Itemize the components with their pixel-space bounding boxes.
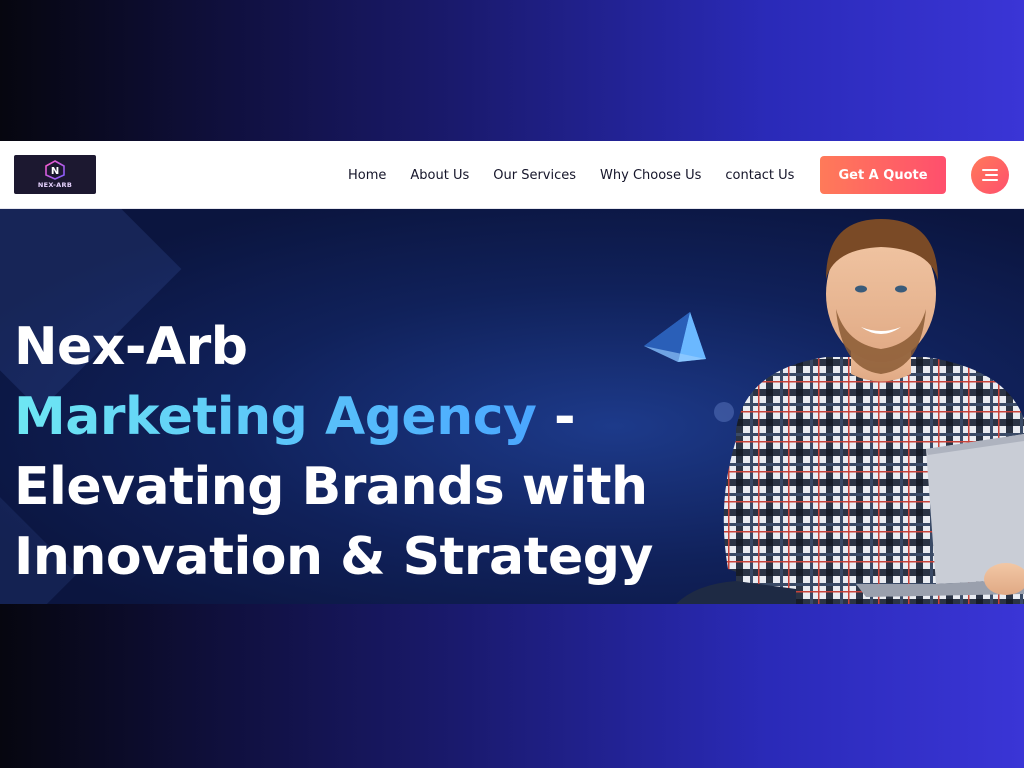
nav-item-why-choose-us[interactable]: Why Choose Us — [600, 168, 701, 183]
headline-line-2: Marketing Agency - — [14, 382, 714, 452]
nav-item-about-us[interactable]: About Us — [410, 168, 469, 183]
website-frame: N NEX-ARB Home About Us Our Services Why… — [0, 141, 1024, 604]
person-with-laptop-image — [676, 219, 1024, 604]
nav-item-home[interactable]: Home — [348, 168, 386, 183]
get-a-quote-button[interactable]: Get A Quote — [820, 156, 946, 194]
brand-logo[interactable]: N NEX-ARB — [14, 155, 96, 194]
navbar: N NEX-ARB Home About Us Our Services Why… — [0, 141, 1024, 209]
logo-text: NEX-ARB — [37, 181, 73, 189]
main-nav: Home About Us Our Services Why Choose Us… — [348, 141, 818, 209]
hero-section: Nex-Arb Marketing Agency - Elevating Bra… — [0, 209, 1024, 604]
nav-item-contact-us[interactable]: contact Us — [725, 168, 794, 183]
menu-toggle-button[interactable] — [971, 156, 1009, 194]
headline-dash: - — [536, 387, 576, 447]
logo-mark-icon: N — [45, 160, 65, 180]
headline-line-1: Nex-Arb — [14, 317, 248, 377]
hamburger-menu-icon — [982, 169, 998, 181]
nav-item-our-services[interactable]: Our Services — [493, 168, 576, 183]
headline-line-4: Innovation & Strategy — [14, 527, 653, 587]
headline-accent: Marketing Agency — [14, 387, 537, 447]
headline-line-3: Elevating Brands with — [14, 457, 648, 517]
logo-letter: N — [51, 166, 59, 177]
hero-headline: Nex-Arb Marketing Agency - Elevating Bra… — [14, 312, 714, 592]
